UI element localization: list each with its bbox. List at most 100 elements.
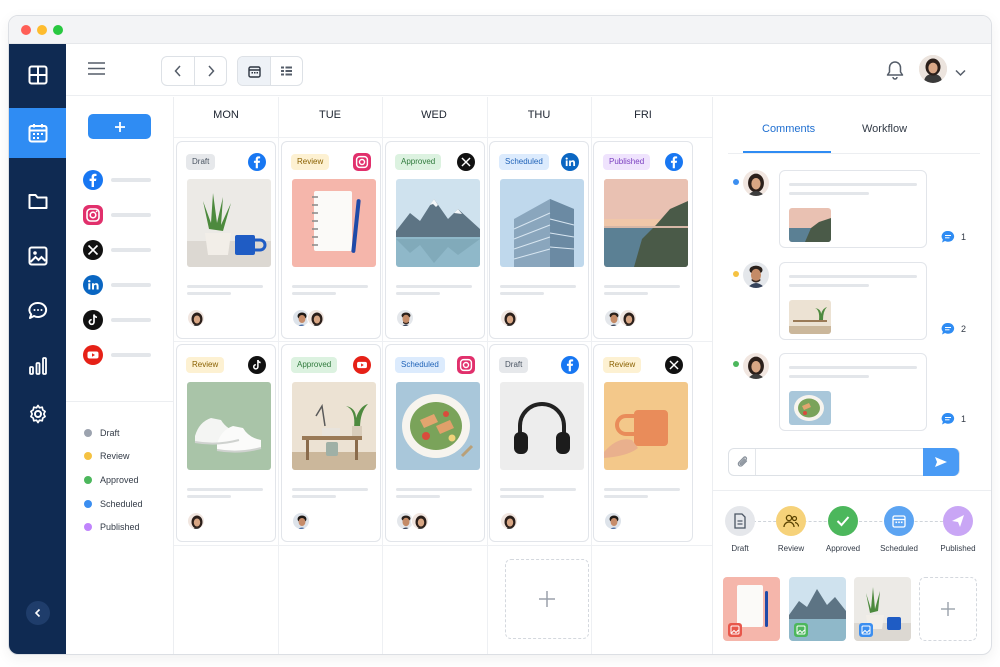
collapse-sidebar-button[interactable]: [26, 601, 50, 625]
facebook-icon: [83, 170, 103, 190]
caption-placeholder: [604, 292, 648, 295]
notifications-button[interactable]: [886, 60, 904, 85]
avatar: [619, 309, 637, 327]
previous-week-button[interactable]: [162, 57, 194, 85]
account-instagram[interactable]: [83, 204, 163, 226]
calendar-view-button[interactable]: [238, 57, 270, 85]
nav-analytics[interactable]: [9, 342, 66, 390]
add-media-button[interactable]: [919, 577, 977, 641]
comment-bubble[interactable]: [779, 353, 927, 431]
account-facebook[interactable]: [83, 169, 163, 191]
send-icon: [935, 457, 947, 467]
media-item[interactable]: [789, 577, 846, 641]
caption-placeholder: [292, 495, 336, 498]
account-youtube[interactable]: [83, 344, 163, 366]
add-post-slot[interactable]: [505, 559, 589, 639]
send-comment-button[interactable]: [923, 448, 959, 476]
avatar: [396, 309, 414, 327]
post-card[interactable]: Review: [281, 141, 381, 339]
media-item[interactable]: [723, 577, 780, 641]
comment-text-placeholder: [789, 375, 869, 378]
post-card[interactable]: Scheduled: [489, 141, 589, 339]
avatar: [743, 353, 769, 379]
legend-review: Review: [84, 448, 130, 464]
comment-input[interactable]: [728, 448, 960, 476]
day-header-fri: FRI: [634, 109, 652, 121]
user-menu-toggle[interactable]: [955, 64, 966, 82]
legend-label: Scheduled: [100, 499, 143, 509]
tab-workflow[interactable]: Workflow: [862, 123, 907, 135]
active-tab-indicator: [743, 151, 831, 153]
user-avatar[interactable]: [919, 55, 947, 83]
status-dot: [733, 271, 739, 277]
next-week-button[interactable]: [194, 57, 226, 85]
workflow-step-published[interactable]: Published: [926, 506, 990, 553]
nav-messages[interactable]: [9, 287, 66, 335]
minimize-window-button[interactable]: [37, 25, 47, 35]
attach-button[interactable]: [737, 455, 749, 474]
caption-placeholder: [292, 292, 336, 295]
avatar: [187, 512, 205, 530]
document-icon: [725, 506, 755, 536]
workflow-step-label: Published: [940, 544, 976, 553]
maximize-window-button[interactable]: [53, 25, 63, 35]
post-image-mountain-lake: [396, 179, 480, 267]
post-card[interactable]: Draft: [176, 141, 276, 339]
post-card[interactable]: Draft: [489, 344, 589, 542]
nav-calendar[interactable]: [9, 108, 66, 158]
send-icon: [943, 506, 973, 536]
main-nav: [9, 44, 66, 654]
nav-dashboard[interactable]: [9, 51, 66, 99]
post-card[interactable]: Review: [593, 344, 693, 542]
new-post-button[interactable]: [88, 114, 151, 139]
workflow-step-approved[interactable]: Approved: [811, 506, 875, 553]
post-image-notebook-and-pen: [292, 179, 376, 267]
avatar: [743, 170, 769, 196]
grid-line: [174, 341, 712, 342]
avatar: [292, 512, 310, 530]
nav-media[interactable]: [9, 232, 66, 280]
comment-bubble[interactable]: [779, 170, 927, 248]
nav-files[interactable]: [9, 177, 66, 225]
grid-line: [174, 137, 712, 138]
post-image-orange-mug: [604, 382, 688, 470]
legend-label: Review: [100, 451, 130, 461]
comment-count[interactable]: 2: [941, 322, 966, 336]
divider: [755, 449, 756, 475]
tab-comments[interactable]: Comments: [762, 123, 815, 135]
post-card[interactable]: Approved: [385, 141, 485, 339]
close-window-button[interactable]: [21, 25, 31, 35]
account-linkedin[interactable]: [83, 274, 163, 296]
caption-placeholder: [500, 488, 576, 491]
avatar: [919, 55, 947, 83]
post-card[interactable]: Approved: [281, 344, 381, 542]
caption-placeholder: [187, 488, 263, 491]
media-item[interactable]: [854, 577, 911, 641]
post-image-coastal-sunset: [604, 179, 688, 267]
workflow-step-scheduled[interactable]: Scheduled: [867, 506, 931, 553]
caption-placeholder: [500, 285, 576, 288]
comment-count[interactable]: 1: [941, 230, 966, 244]
post-image-white-sneakers: [187, 382, 271, 470]
account-tiktok[interactable]: [83, 309, 163, 331]
assignees: [500, 309, 518, 327]
nav-settings[interactable]: [9, 390, 66, 438]
assignees: [292, 309, 325, 327]
comment-count[interactable]: 1: [941, 412, 966, 426]
menu-button[interactable]: [88, 62, 105, 80]
tab-divider: [728, 153, 980, 154]
account-x[interactable]: [83, 239, 163, 261]
day-header-thu: THU: [527, 109, 551, 121]
post-card[interactable]: Review: [176, 344, 276, 542]
post-card[interactable]: Scheduled: [385, 344, 485, 542]
chevron-right-icon: [207, 65, 215, 77]
post-card[interactable]: Published: [593, 141, 693, 339]
caption-placeholder: [604, 285, 680, 288]
comment-bubble[interactable]: [779, 262, 927, 340]
grid-line: [591, 97, 592, 654]
instagram-icon: [83, 205, 103, 225]
comment-attachment: [789, 300, 831, 334]
assignees: [604, 512, 622, 530]
account-name-placeholder: [111, 248, 151, 252]
list-view-button[interactable]: [270, 57, 302, 85]
